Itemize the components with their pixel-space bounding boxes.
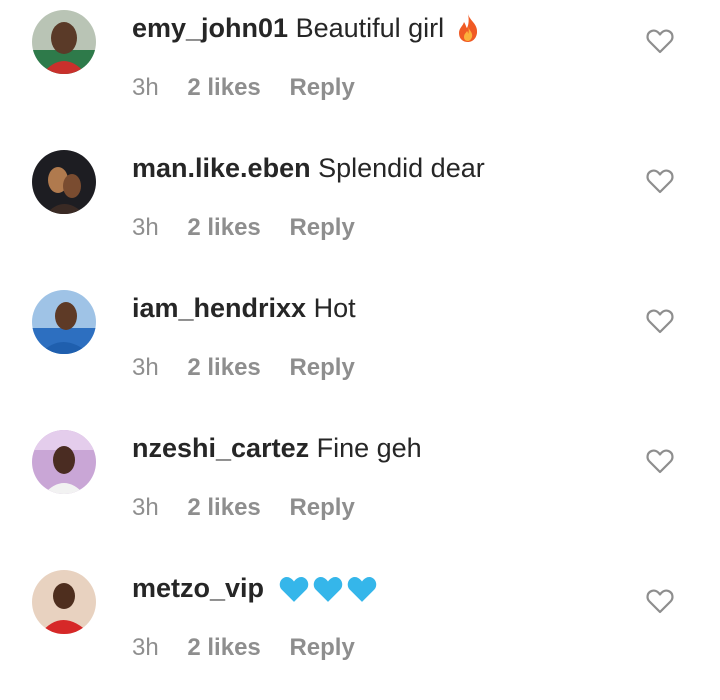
avatar[interactable] xyxy=(32,10,96,74)
comment-item: metzo_vip 3h 2 likes Reply xyxy=(0,560,720,700)
comment-text: Splendid dear xyxy=(318,153,485,183)
comment-meta: 3h 2 likes Reply xyxy=(132,212,377,244)
comment-line: man.like.eben Splendid dear xyxy=(132,150,485,186)
likes-count[interactable]: 2 likes xyxy=(187,214,260,241)
username-link[interactable]: metzo_vip xyxy=(132,573,264,603)
comment-meta: 3h 2 likes Reply xyxy=(132,492,377,524)
reply-button[interactable]: Reply xyxy=(289,354,354,381)
reply-button[interactable]: Reply xyxy=(289,74,354,101)
like-heart-icon[interactable] xyxy=(646,448,674,474)
timestamp: 3h xyxy=(132,494,159,521)
reply-button[interactable]: Reply xyxy=(289,494,354,521)
comment-item: emy_john01 Beautiful girl 3h 2 likes Rep… xyxy=(0,0,720,140)
reply-button[interactable]: Reply xyxy=(289,214,354,241)
comment-text: Hot xyxy=(313,293,356,323)
comment-meta: 3h 2 likes Reply xyxy=(132,352,377,384)
blue-heart-emoji-icon xyxy=(346,575,378,612)
comment-line: nzeshi_cartez Fine geh xyxy=(132,430,422,466)
timestamp: 3h xyxy=(132,634,159,661)
timestamp: 3h xyxy=(132,214,159,241)
comment-item: man.like.eben Splendid dear 3h 2 likes R… xyxy=(0,140,720,280)
avatar[interactable] xyxy=(32,150,96,214)
username-link[interactable]: man.like.eben xyxy=(132,153,311,183)
likes-count[interactable]: 2 likes xyxy=(187,494,260,521)
avatar[interactable] xyxy=(32,430,96,494)
comment-line: emy_john01 Beautiful girl xyxy=(132,10,480,52)
username-link[interactable]: emy_john01 xyxy=(132,13,288,43)
avatar[interactable] xyxy=(32,290,96,354)
timestamp: 3h xyxy=(132,354,159,381)
comment-line: metzo_vip xyxy=(132,570,378,612)
likes-count[interactable]: 2 likes xyxy=(187,354,260,381)
comment-item: nzeshi_cartez Fine geh 3h 2 likes Reply xyxy=(0,420,720,560)
username-link[interactable]: nzeshi_cartez xyxy=(132,433,309,463)
fire-emoji-icon xyxy=(456,13,480,52)
likes-count[interactable]: 2 likes xyxy=(187,634,260,661)
comment-line: iam_hendrixx Hot xyxy=(132,290,356,326)
avatar[interactable] xyxy=(32,570,96,634)
comment-item: iam_hendrixx Hot 3h 2 likes Reply xyxy=(0,280,720,420)
comment-text: Beautiful girl xyxy=(295,13,445,43)
like-heart-icon[interactable] xyxy=(646,168,674,194)
likes-count[interactable]: 2 likes xyxy=(187,74,260,101)
reply-button[interactable]: Reply xyxy=(289,634,354,661)
blue-heart-emoji-icon xyxy=(278,575,310,612)
username-link[interactable]: iam_hendrixx xyxy=(132,293,306,323)
like-heart-icon[interactable] xyxy=(646,28,674,54)
timestamp: 3h xyxy=(132,74,159,101)
like-heart-icon[interactable] xyxy=(646,308,674,334)
blue-heart-emoji-icon xyxy=(312,575,344,612)
comment-meta: 3h 2 likes Reply xyxy=(132,632,377,664)
comment-meta: 3h 2 likes Reply xyxy=(132,72,377,104)
like-heart-icon[interactable] xyxy=(646,588,674,614)
comment-text: Fine geh xyxy=(316,433,422,463)
